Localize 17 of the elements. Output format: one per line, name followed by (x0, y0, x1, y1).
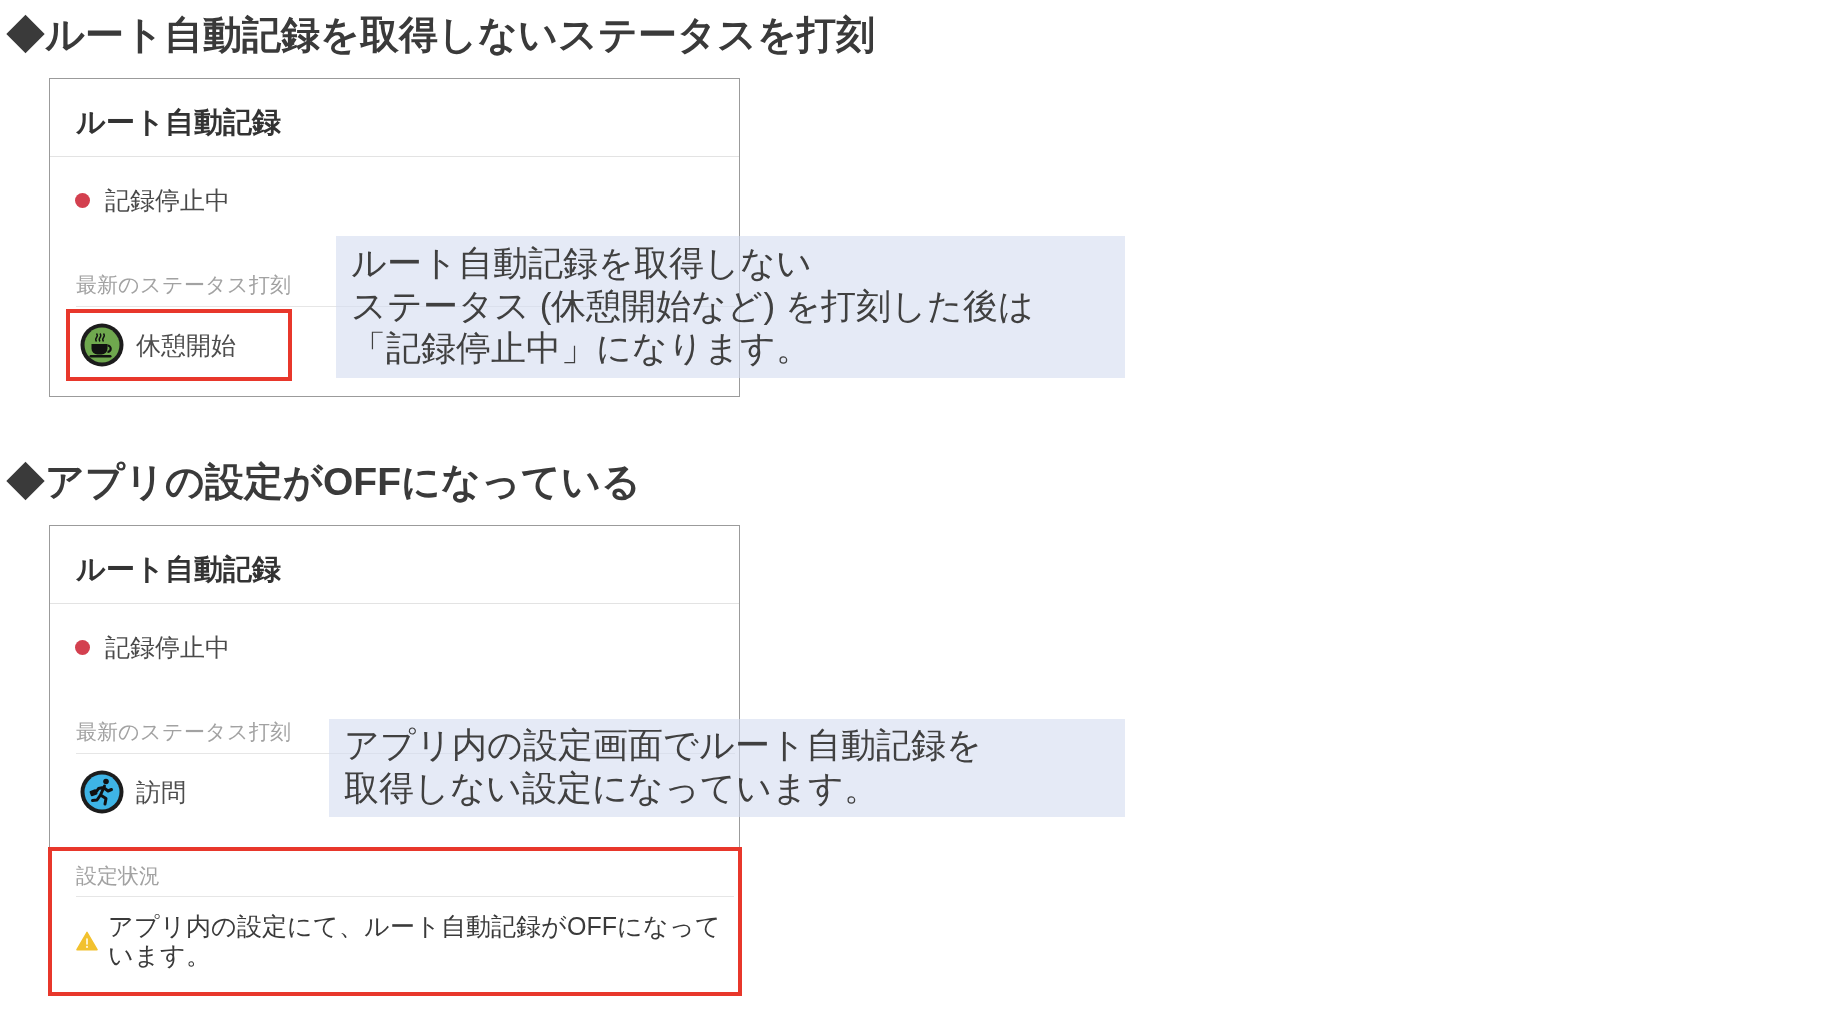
section-heading: ◆アプリの設定がOFFになっている (6, 459, 641, 505)
callout-note: ルート自動記録を取得しないステータス (休憩開始など) を打刻した後は「記録停止中」になります。 (336, 236, 1125, 378)
warning-message: アプリ内の設定にて、ルート自動記録がOFFになっています。 (108, 912, 722, 970)
status-text: 記録停止中 (105, 185, 230, 215)
coffee-cup-icon (80, 323, 124, 367)
stamp-label: 訪問 (136, 776, 186, 808)
card-title: ルート自動記録 (76, 105, 281, 140)
card-title: ルート自動記録 (76, 552, 281, 587)
warning-icon (76, 931, 98, 951)
callout-note: アプリ内の設定画面でルート自動記録を取得しない設定になっています。 (329, 719, 1125, 817)
section-label: 最新のステータス打刻 (76, 720, 291, 743)
running-person-icon (80, 770, 124, 814)
section-label: 設定状況 (76, 864, 160, 887)
section-heading: ◆ルート自動記録を取得しないステータスを打刻 (6, 12, 875, 58)
stamp-label: 休憩開始 (136, 329, 236, 361)
status-text: 記録停止中 (105, 632, 230, 662)
section-label: 最新のステータス打刻 (76, 273, 291, 296)
